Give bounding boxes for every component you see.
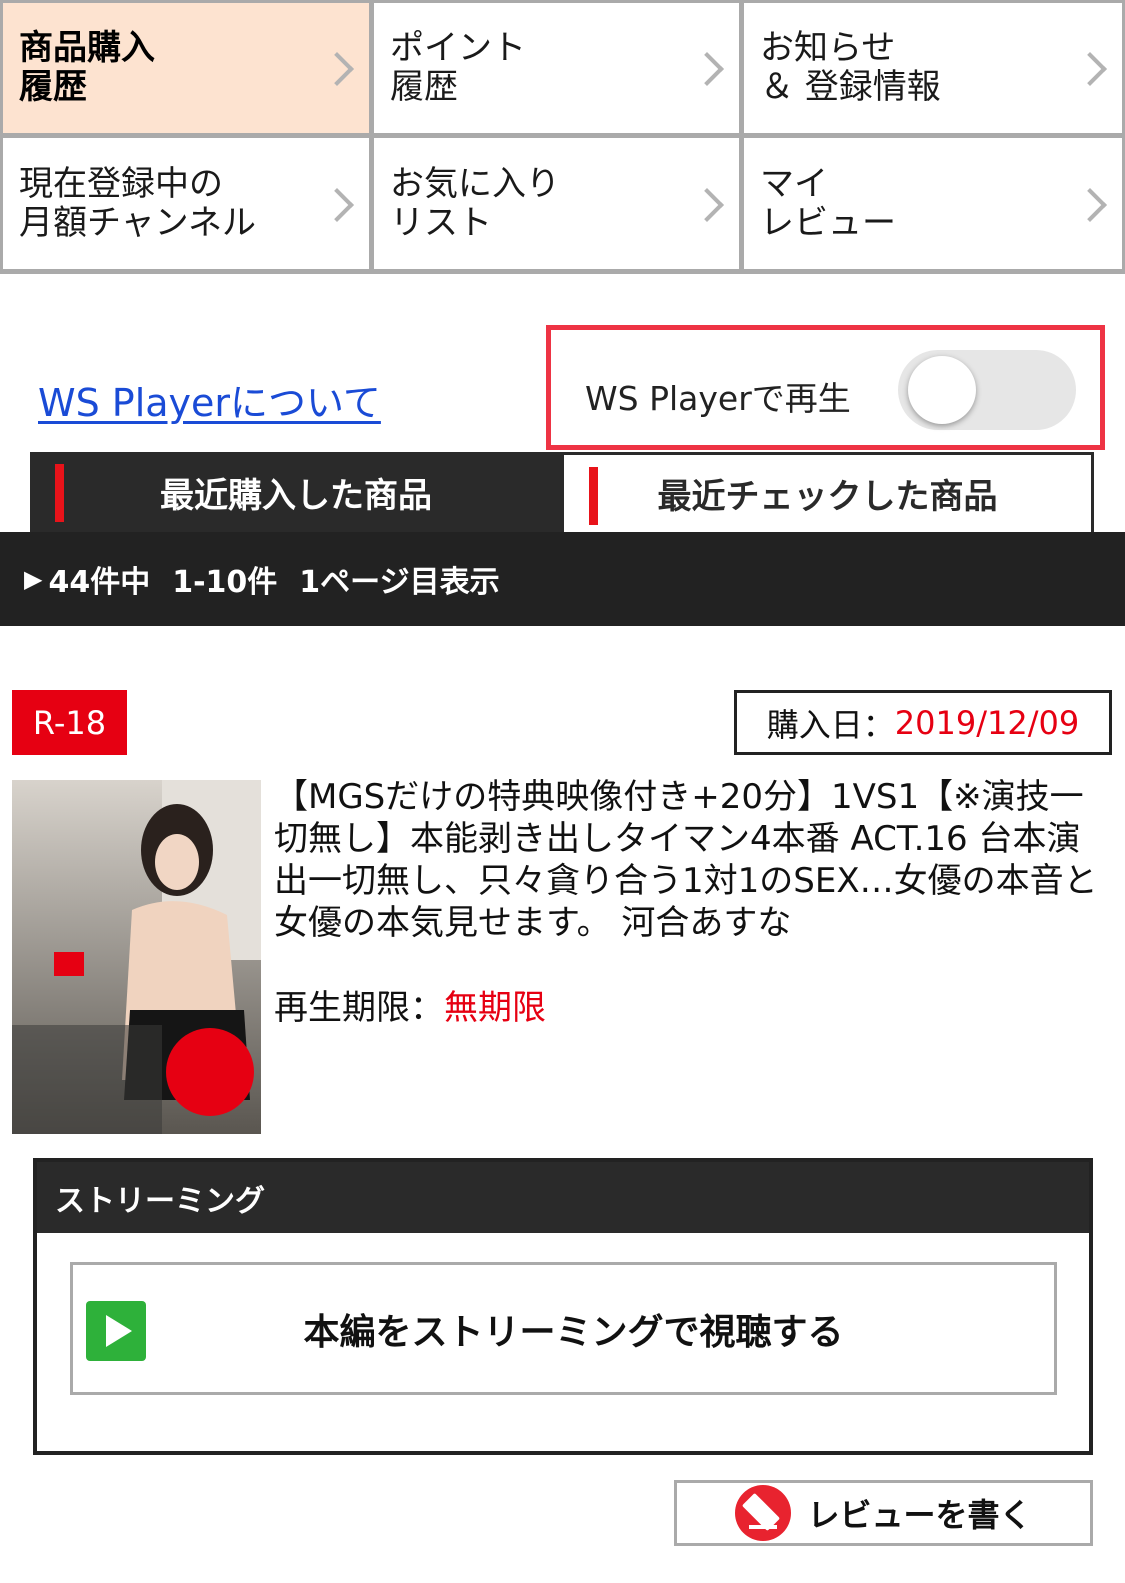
product-cover-image	[12, 780, 261, 1134]
streaming-header: ストリーミング	[37, 1162, 1089, 1233]
purchase-date-box: 購入日： 2019/12/09	[734, 690, 1112, 755]
expiry-label: 再生期限：	[274, 988, 444, 1028]
ws-player-toggle[interactable]	[898, 350, 1076, 430]
toggle-knob	[908, 356, 976, 424]
menu-label: ポイント 履歴	[390, 28, 526, 107]
menu-my-reviews[interactable]: マイ レビュー	[744, 138, 1122, 269]
menu-notices-registration[interactable]: お知らせ ＆ 登録情報	[744, 3, 1122, 133]
write-review-button[interactable]: レビューを書く	[674, 1480, 1093, 1546]
menu-monthly-channels[interactable]: 現在登録中の 月額チャンネル	[3, 138, 369, 269]
menu-label: 現在登録中の 月額チャンネル	[19, 163, 256, 243]
tab-accent-bar	[55, 464, 64, 522]
chevron-right-icon	[325, 53, 355, 83]
menu-label: お気に入り リスト	[390, 163, 560, 243]
account-menu-grid: 商品購入 履歴 ポイント 履歴 お知らせ ＆ 登録情報 現在登録中の 月額チャン…	[0, 0, 1125, 274]
chevron-right-icon	[695, 53, 725, 83]
tab-recent-purchased[interactable]: 最近購入した商品	[30, 452, 562, 532]
result-total: 44件中	[48, 565, 151, 600]
purchase-date-label: 購入日：	[766, 705, 895, 744]
stream-watch-label: 本編をストリーミングで視聴する	[303, 1311, 844, 1353]
chevron-right-icon	[1078, 189, 1108, 219]
menu-point-history[interactable]: ポイント 履歴	[374, 3, 739, 133]
tab-label: 最近購入した商品	[160, 475, 432, 516]
chevron-right-icon	[325, 189, 355, 219]
write-review-label: レビューを書く	[807, 1496, 1032, 1534]
triangle-right-icon: ▶	[24, 565, 43, 593]
result-page: 1ページ目表示	[299, 565, 500, 600]
play-icon	[86, 1301, 146, 1361]
menu-label: 商品購入 履歴	[19, 28, 155, 107]
product-title[interactable]: 【MGSだけの特典映像付き+20分】1VS1【※演技一切無し】本能剥き出しタイマ…	[274, 776, 1104, 944]
pencil-icon	[735, 1485, 792, 1541]
streaming-panel: ストリーミング 本編をストリーミングで視聴する	[33, 1158, 1093, 1455]
tab-recent-checked[interactable]: 最近チェックした商品	[561, 452, 1094, 532]
menu-label: マイ レビュー	[760, 163, 896, 243]
menu-favorites[interactable]: お気に入り リスト	[374, 138, 739, 269]
menu-label: お知らせ ＆ 登録情報	[760, 28, 941, 107]
result-range: 1-10件	[172, 565, 278, 600]
product-thumbnail[interactable]	[12, 780, 261, 1134]
chevron-right-icon	[695, 189, 725, 219]
tab-accent-bar	[589, 467, 598, 525]
chevron-right-icon	[1078, 53, 1108, 83]
result-count-bar: ▶ 44件中 1-10件 1ページ目表示	[0, 532, 1125, 626]
expiry-info: 再生期限：無期限	[274, 980, 546, 1029]
ws-player-toggle-box: WS Playerで再生	[546, 325, 1105, 450]
tab-label: 最近チェックした商品	[657, 477, 998, 517]
expiry-value: 無期限	[444, 988, 546, 1028]
stream-watch-button[interactable]: 本編をストリーミングで視聴する	[70, 1262, 1057, 1395]
ws-player-toggle-label: WS Playerで再生	[585, 379, 851, 418]
rating-badge: R-18	[12, 690, 127, 755]
ws-player-about-link[interactable]: WS Playerについて	[38, 372, 381, 427]
menu-purchase-history[interactable]: 商品購入 履歴	[3, 3, 369, 133]
purchase-date-value: 2019/12/09	[894, 703, 1080, 742]
